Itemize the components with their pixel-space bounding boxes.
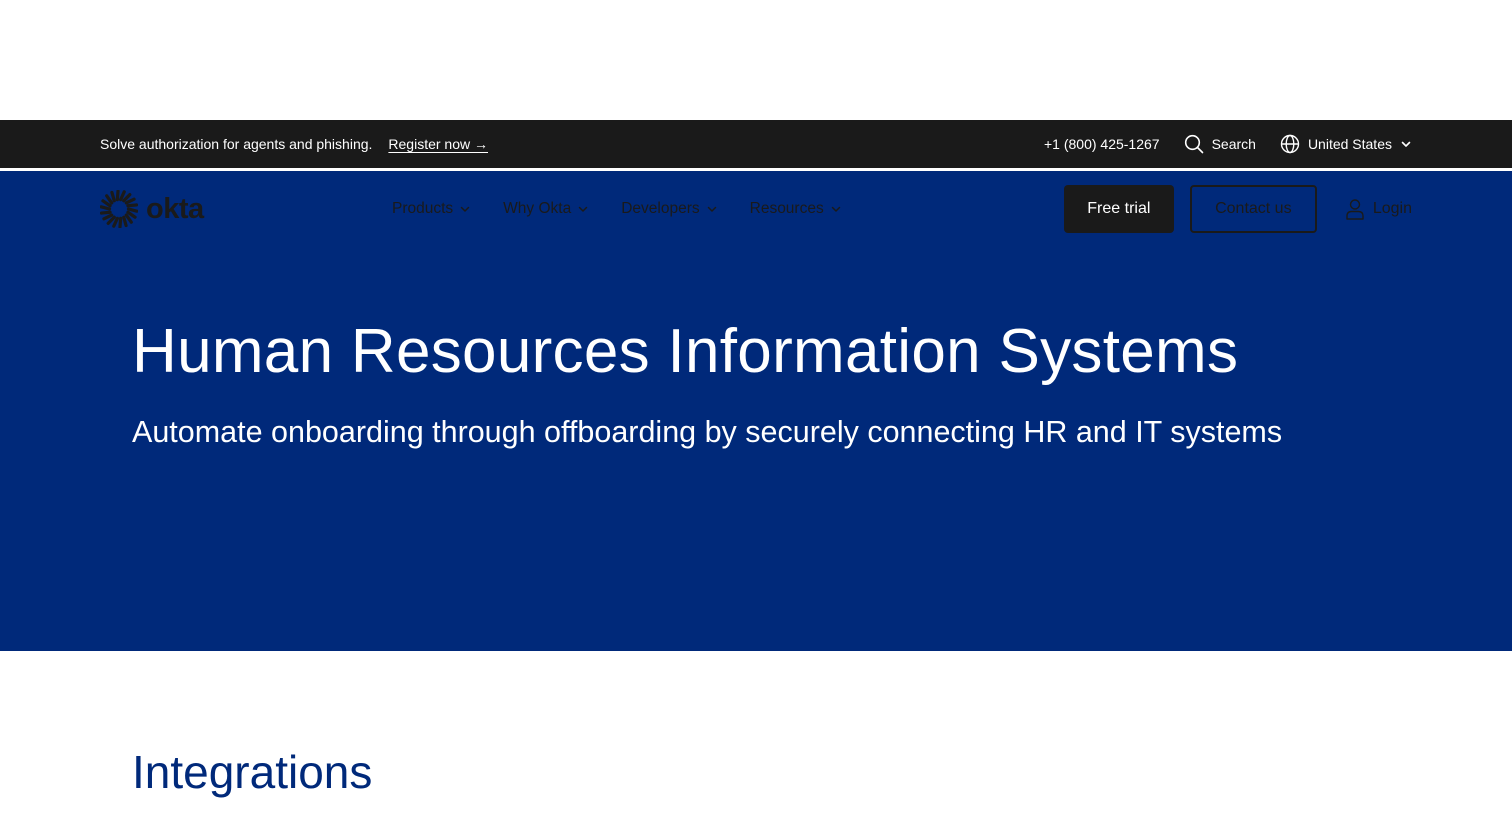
user-icon [1345, 198, 1365, 220]
register-now-link[interactable]: Register now → [388, 136, 488, 152]
login-label: Login [1372, 200, 1412, 217]
main-navigation: okta Products Why Okta Developers Resour… [0, 171, 1512, 247]
nav-item-why-okta[interactable]: Why Okta [503, 200, 589, 218]
nav-item-resources[interactable]: Resources [750, 200, 842, 218]
search-label: Search [1211, 136, 1256, 152]
nav-item-products[interactable]: Products [392, 200, 471, 218]
contact-us-button[interactable]: Contact us [1189, 185, 1317, 233]
page-title: Human Resources Information Systems [132, 317, 1239, 386]
chevron-down-icon [1400, 138, 1412, 150]
login-link[interactable]: Login [1345, 198, 1412, 220]
chevron-down-icon [459, 203, 471, 215]
section-title: Integrations [132, 746, 373, 798]
globe-icon [1280, 134, 1300, 154]
locale-selector[interactable]: United States [1280, 134, 1412, 154]
nav-item-label: Products [392, 200, 454, 217]
utility-links: +1 (800) 425-1267 Search United States [1044, 134, 1412, 154]
nav-menu: Products Why Okta Developers Resources [392, 171, 874, 247]
announcement-text: Solve authorization for agents and phish… [100, 136, 373, 152]
free-trial-button[interactable]: Free trial [1063, 185, 1174, 233]
search-icon [1184, 134, 1204, 154]
top-whitespace [0, 0, 1512, 120]
nav-item-label: Developers [621, 200, 700, 217]
hero-section: okta Products Why Okta Developers Resour… [0, 171, 1512, 651]
okta-logo[interactable]: okta [100, 190, 204, 228]
nav-item-label: Resources [749, 200, 824, 217]
page-subtitle: Automate onboarding through offboarding … [132, 415, 1283, 449]
chevron-down-icon [577, 203, 589, 215]
nav-item-label: Why Okta [503, 200, 572, 217]
search-button[interactable]: Search [1184, 134, 1256, 154]
nav-item-developers[interactable]: Developers [621, 200, 717, 218]
chevron-down-icon [706, 203, 718, 215]
announcement-bar: Solve authorization for agents and phish… [0, 120, 1512, 168]
chevron-down-icon [830, 203, 842, 215]
logo-wordmark: okta [146, 192, 204, 225]
okta-sunburst-icon [100, 190, 138, 228]
integrations-section: Integrations [0, 651, 1512, 814]
nav-actions: Free trial Contact us Login [1063, 185, 1412, 233]
locale-label: United States [1307, 136, 1392, 152]
phone-number[interactable]: +1 (800) 425-1267 [1044, 136, 1160, 152]
